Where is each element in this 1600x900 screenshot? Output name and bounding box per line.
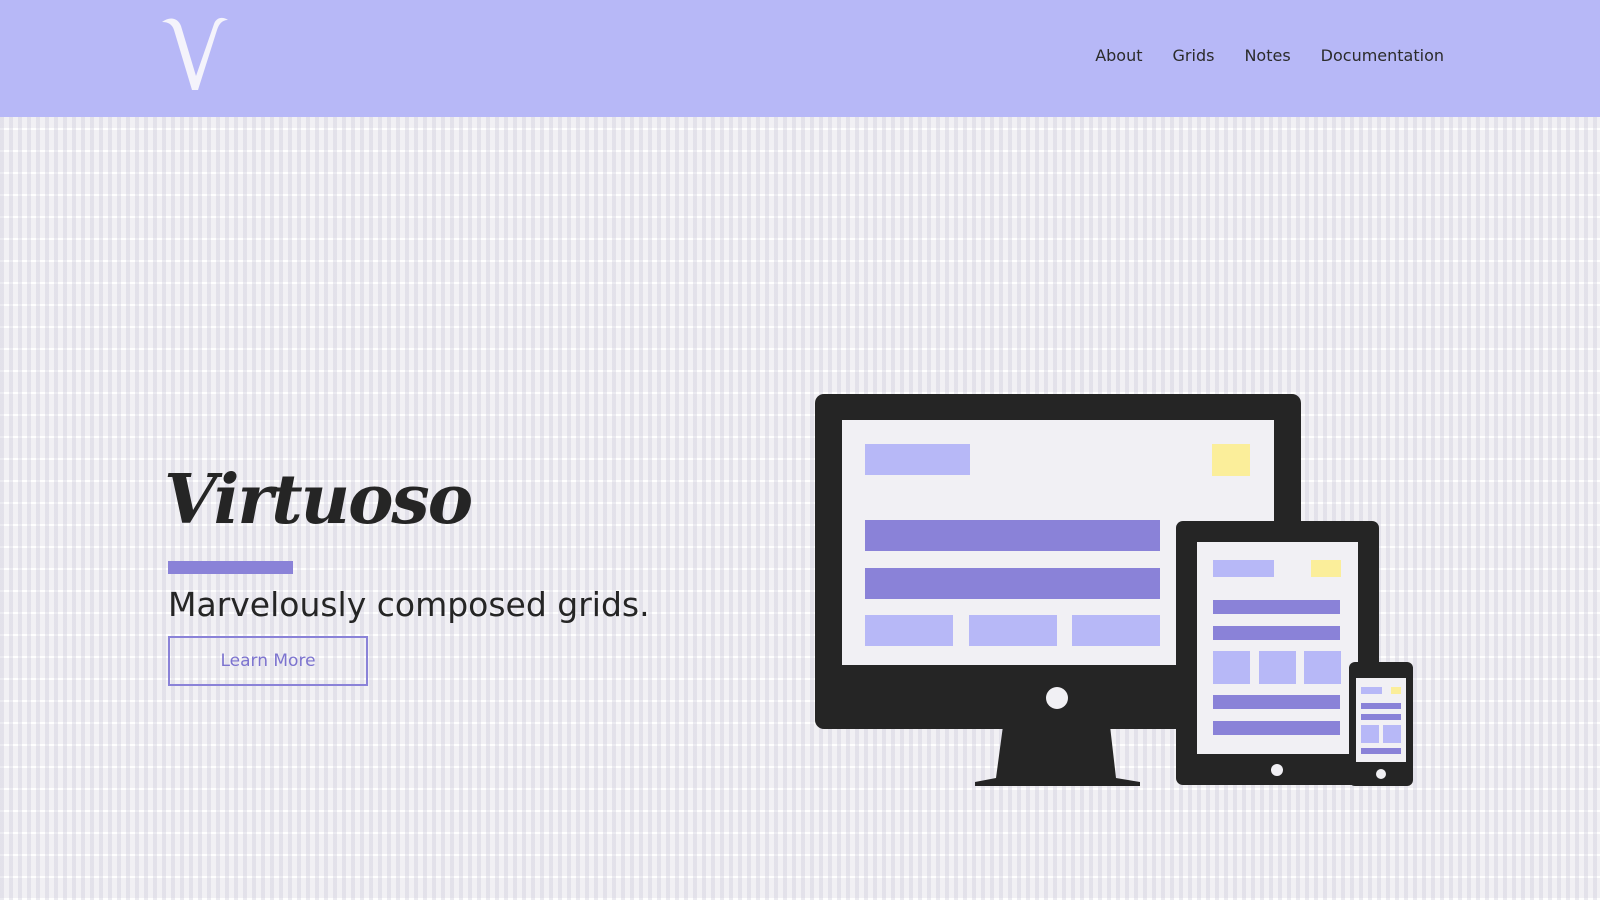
smartphone-icon xyxy=(1349,662,1413,786)
tablet-icon xyxy=(1176,521,1379,785)
main-nav: About Grids Notes Documentation xyxy=(1095,46,1444,65)
learn-more-button[interactable]: Learn More xyxy=(168,636,368,686)
hero-title: Virtuoso xyxy=(164,460,473,540)
nav-link-about[interactable]: About xyxy=(1095,46,1142,65)
title-underline xyxy=(168,561,293,574)
responsive-devices-illustration xyxy=(815,394,1413,786)
logo-v-icon[interactable] xyxy=(160,10,240,92)
hero-tagline: Marvelously composed grids. xyxy=(168,585,650,624)
monitor-power-dot xyxy=(1046,687,1068,709)
nav-link-documentation[interactable]: Documentation xyxy=(1321,46,1444,65)
nav-link-notes[interactable]: Notes xyxy=(1244,46,1290,65)
site-header: About Grids Notes Documentation xyxy=(0,0,1600,117)
desktop-monitor-icon xyxy=(815,394,1301,786)
nav-link-grids[interactable]: Grids xyxy=(1173,46,1215,65)
